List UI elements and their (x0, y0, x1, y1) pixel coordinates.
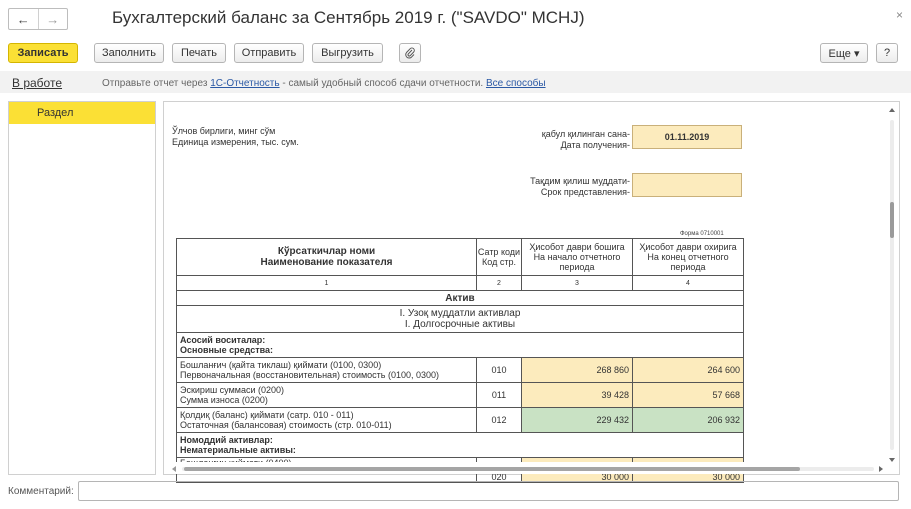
hint-middle: - самый удобный способ сдачи отчетности. (279, 78, 486, 89)
send-button[interactable]: Отправить (234, 43, 304, 63)
fill-button[interactable]: Заполнить (94, 43, 164, 63)
back-arrow-icon[interactable]: ← (9, 9, 38, 29)
row-label: Қолдиқ (баланс) қиймати (сатр. 010 - 011… (176, 407, 477, 433)
row-label: Эскириш суммаси (0200) Сумма износа (020… (176, 382, 477, 408)
deadline-field[interactable] (632, 173, 742, 197)
vertical-scrollbar[interactable] (887, 106, 897, 464)
section-item[interactable]: Раздел (9, 102, 155, 124)
col-begin-uz: Ҳисобот даври бошига (529, 242, 625, 252)
horizontal-scrollbar-graphic (172, 466, 883, 472)
col-name-uz: Кўрсаткичлар номи (277, 246, 376, 257)
begin-value-cell[interactable]: 268 860 (521, 357, 633, 383)
row-label-ru: Остаточная (балансовая) стоимость (стр. … (180, 420, 392, 430)
help-button[interactable]: ? (876, 43, 898, 63)
intangible-row: Номоддий активлар: Нематериальные активы… (176, 432, 744, 458)
history-nav: ← → (8, 8, 68, 30)
col-num-1: 1 (176, 275, 477, 291)
paperclip-icon (405, 47, 415, 59)
begin-calc-cell: 229 432 (521, 407, 633, 433)
window-title: Бухгалтерский баланс за Сентябрь 2019 г.… (112, 8, 585, 27)
asset-header-row: Актив (176, 290, 744, 306)
intangible-heading: Номоддий активлар: Нематериальные активы… (176, 432, 744, 458)
table-row: Бошланғич (қайта тиклаш) қиймати (0100, … (176, 357, 744, 383)
comment-input[interactable] (78, 481, 899, 501)
col-name-ru: Наименование показателя (260, 257, 393, 268)
balance-table: Кўрсаткичлар номи Наименование показател… (176, 238, 744, 483)
comment-label: Комментарий: (8, 486, 74, 497)
fixed-assets-row: Асосий воситалар: Основные средства: (176, 332, 744, 358)
row-label: Бошланғич (қайта тиклаш) қиймати (0100, … (176, 357, 477, 383)
end-value-cell[interactable]: 264 600 (632, 357, 744, 383)
intang-uz: Номоддий активлар: (180, 435, 273, 445)
fixed-uz: Асосий воситалар: (180, 335, 266, 345)
col-begin-header: Ҳисобот даври бошига На начало отчетного… (521, 238, 633, 276)
received-label: қабул қилинган сана- Дата получения- (470, 129, 630, 151)
col-num-4: 4 (632, 275, 744, 291)
row-label-uz: Бошланғич (қайта тиклаш) қиймати (0100, … (180, 360, 382, 370)
export-button[interactable]: Выгрузить (312, 43, 383, 63)
col-name-header: Кўрсаткичлар номи Наименование показател… (176, 238, 477, 276)
more-button[interactable]: Еще ▾ (820, 43, 868, 63)
form-code: Форма 0710001 (680, 231, 724, 237)
print-button[interactable]: Печать (172, 43, 226, 63)
col-num-2: 2 (476, 275, 522, 291)
intang-ru: Нематериальные активы: (180, 445, 296, 455)
col-num-3: 3 (521, 275, 633, 291)
longterm-header-row: I. Узоқ муддатли активлар I. Долгосрочны… (176, 305, 744, 333)
hint-link[interactable]: 1С-Отчетность (210, 78, 279, 89)
close-icon[interactable]: × (896, 8, 903, 22)
longterm-uz: I. Узоқ муддатли активлар (399, 308, 521, 319)
save-button[interactable]: Записать (8, 43, 78, 63)
col-code-ru: Код стр. (482, 257, 516, 267)
longterm-ru: I. Долгосрочные активы (404, 319, 516, 330)
vertical-scrollbar-graphic (889, 108, 895, 462)
received-date-field[interactable]: 01.11.2019 (632, 125, 742, 149)
unit-label: Ўлчов бирлиги, минг сўм Единица измерени… (172, 126, 299, 148)
forward-arrow-icon[interactable]: → (37, 9, 68, 29)
col-code-uz: Сатр коди (477, 247, 521, 257)
row-code: 010 (476, 357, 522, 383)
col-end-ru2: периода (670, 262, 706, 272)
col-code-header: Сатр коди Код стр. (476, 238, 522, 276)
table-row: Эскириш суммаси (0200) Сумма износа (020… (176, 382, 744, 408)
row-label-uz: Эскириш суммаси (0200) (180, 385, 285, 395)
row-code: 011 (476, 382, 522, 408)
col-end-ru1: На конец отчетного (647, 252, 729, 262)
longterm-heading: I. Узоқ муддатли активлар I. Долгосрочны… (176, 305, 744, 333)
status-link[interactable]: В работе (12, 76, 62, 90)
fixed-ru: Основные средства: (180, 345, 274, 355)
asset-heading: Актив (176, 290, 744, 306)
unit-ru: Единица измерения, тыс. сум. (172, 137, 299, 147)
begin-value-cell[interactable]: 39 428 (521, 382, 633, 408)
col-end-header: Ҳисобот даври охирига На конец отчетного… (632, 238, 744, 276)
col-begin-ru2: периода (559, 262, 595, 272)
received-ru: Дата получения- (560, 140, 630, 150)
received-uz: қабул қилинган сана- (541, 129, 630, 139)
row-label-ru: Первоначальная (восстановительная) стоим… (180, 370, 440, 380)
row-code: 012 (476, 407, 522, 433)
fixed-assets-heading: Асосий воситалар: Основные средства: (176, 332, 744, 358)
attach-button[interactable] (399, 43, 421, 63)
col-begin-ru1: На начало отчетного (533, 252, 621, 262)
all-methods-link[interactable]: Все способы (486, 78, 546, 89)
end-calc-cell: 206 932 (632, 407, 744, 433)
row-label-uz: Қолдиқ (баланс) қиймати (сатр. 010 - 011… (180, 410, 354, 420)
col-end-uz: Ҳисобот даври охирига (639, 242, 737, 252)
section-panel (8, 101, 156, 475)
deadline-uz: Тақдим қилиш муддати- (530, 176, 630, 186)
deadline-label: Тақдим қилиш муддати- Срок представления… (470, 176, 630, 198)
row-label-ru: Сумма износа (0200) (180, 395, 268, 405)
column-numbers-row: 1 2 3 4 (176, 275, 744, 291)
end-value-cell[interactable]: 57 668 (632, 382, 744, 408)
deadline-ru: Срок представления- (540, 187, 630, 197)
send-hint: Отправьте отчет через 1С-Отчетность - са… (102, 78, 546, 89)
unit-uz: Ўлчов бирлиги, минг сўм (172, 126, 276, 136)
table-header: Кўрсаткичлар номи Наименование показател… (176, 238, 744, 276)
table-row: Қолдиқ (баланс) қиймати (сатр. 010 - 011… (176, 407, 744, 433)
horizontal-scrollbar[interactable] (172, 464, 884, 472)
hint-prefix: Отправьте отчет через (102, 78, 211, 89)
